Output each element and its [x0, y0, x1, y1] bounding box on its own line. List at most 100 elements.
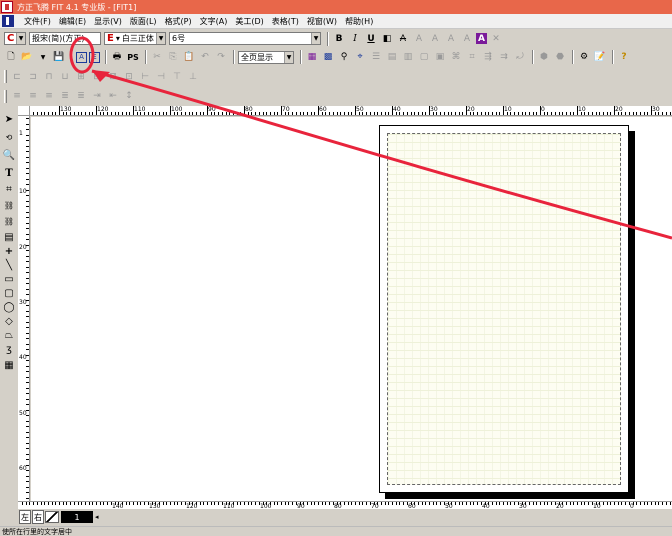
align-bottom-icon[interactable]: ⊟ [90, 70, 104, 84]
menu-format[interactable]: 格式(P) [161, 16, 196, 27]
column-icon[interactable]: ☰ [369, 50, 383, 64]
align-right-icon[interactable]: ⊓ [42, 70, 56, 84]
grid-icon[interactable]: ▥ [401, 50, 415, 64]
text-tool-icon[interactable]: T [2, 166, 16, 180]
italic-icon[interactable]: I [348, 32, 362, 46]
ruler-corner[interactable] [18, 106, 30, 116]
align-center-icon[interactable]: ⊐ [26, 70, 40, 84]
bezier-tool-icon[interactable]: ʒ [2, 342, 16, 356]
diamond-tool-icon[interactable]: ◇ [2, 314, 16, 328]
cross-tool-icon[interactable]: + [2, 244, 16, 258]
wrap-icon[interactable]: ⤾ [513, 50, 527, 64]
page[interactable] [379, 125, 629, 493]
overflow-icon[interactable]: ⇉ [497, 50, 511, 64]
frame-icon[interactable]: ▢ [417, 50, 431, 64]
print-icon[interactable]: 🖶 [110, 50, 124, 64]
zoom-tool-icon[interactable]: 🔍 [2, 148, 16, 162]
image-frame-icon[interactable]: ▣ [433, 50, 447, 64]
vertical-ruler[interactable]: 1 10 20 30 40 50 60 [18, 116, 30, 502]
english-font-select[interactable]: E ▾ 白三正体 ▼ [104, 32, 166, 45]
layout-grid-icon[interactable]: ▦ [305, 50, 319, 64]
color-text-icon[interactable]: A [476, 33, 487, 44]
copy-icon[interactable]: ⎘ [166, 50, 180, 64]
redo-icon[interactable]: ↷ [214, 50, 228, 64]
hollow-text-icon[interactable]: A [444, 32, 458, 46]
right-page-button[interactable]: 右 [32, 510, 44, 524]
para-outdent-icon[interactable]: ⇤ [106, 89, 120, 103]
ellipse-tool-icon[interactable]: ◯ [2, 300, 16, 314]
link-tool-icon[interactable]: ⛓ [2, 198, 16, 212]
align-left-icon[interactable]: ⊏ [10, 70, 24, 84]
grid-tool-icon[interactable]: ▦ [2, 358, 16, 372]
page-grid-icon[interactable]: ▩ [321, 50, 335, 64]
left-page-button[interactable]: 左 [19, 510, 31, 524]
rounded-rect-tool-icon[interactable]: ▢ [2, 286, 16, 300]
menu-table[interactable]: 表格(T) [268, 16, 303, 27]
outline-text-icon[interactable]: ◧ [380, 32, 394, 46]
distribute-v-icon[interactable]: ⊡ [122, 70, 136, 84]
master-page-button[interactable] [45, 511, 59, 523]
properties-icon[interactable]: ⚙ [577, 50, 591, 64]
para-left-icon[interactable]: ≡ [10, 89, 24, 103]
align-top-icon[interactable]: ⊔ [58, 70, 72, 84]
bold-icon[interactable]: B [332, 32, 346, 46]
ungroup-icon[interactable]: ⊥ [186, 70, 200, 84]
strikethrough-icon[interactable]: A [396, 32, 410, 46]
group-icon[interactable]: ⊤ [170, 70, 184, 84]
menu-edit[interactable]: 编辑(E) [55, 16, 90, 27]
para-spacing-icon[interactable]: ↕ [122, 89, 136, 103]
flow-icon[interactable]: ⇶ [481, 50, 495, 64]
zoom-select[interactable]: 全页显示 ▼ [238, 50, 294, 64]
menu-view[interactable]: 显示(V) [90, 16, 126, 27]
stroke-icon[interactable]: ⬣ [553, 50, 567, 64]
toolbar-grip[interactable] [4, 70, 7, 83]
magic-wand-icon[interactable]: ⚲ [337, 50, 351, 64]
para-distribute-icon[interactable]: ≣ [74, 89, 88, 103]
para-right-icon[interactable]: ≡ [26, 89, 40, 103]
font-size-select[interactable]: 6号 ▼ [169, 32, 321, 45]
postscript-button[interactable]: PS [126, 50, 140, 64]
line-tool-icon[interactable]: ╲ [2, 258, 16, 272]
paste-icon[interactable]: 📋 [182, 50, 196, 64]
para-indent-icon[interactable]: ⇥ [90, 89, 104, 103]
document-icon[interactable] [2, 15, 14, 27]
current-page-number[interactable]: 1 [61, 511, 93, 523]
superscript-icon[interactable]: A [412, 32, 426, 46]
notes-icon[interactable]: 📝 [593, 50, 607, 64]
distribute-h-icon[interactable]: ⊠ [106, 70, 120, 84]
chevron-down-icon[interactable]: ▼ [36, 50, 50, 64]
rotate-tool-icon[interactable]: ⟲ [2, 130, 16, 144]
export-icon[interactable]: E [89, 51, 100, 63]
table-tool-icon[interactable]: ▤ [2, 230, 16, 244]
menu-text[interactable]: 文字(A) [196, 16, 232, 27]
scroll-left-icon[interactable]: ◂ [95, 513, 99, 521]
menu-layout[interactable]: 版面(L) [126, 16, 161, 27]
menu-help[interactable]: 帮助(H) [341, 16, 377, 27]
open-file-icon[interactable]: 📂 [20, 50, 34, 64]
reverse-text-icon[interactable]: A [460, 32, 474, 46]
toolbar-grip[interactable] [4, 89, 7, 103]
import-image-icon[interactable]: A [76, 51, 87, 63]
crop-tool-icon[interactable]: ⌗ [2, 182, 16, 196]
rectangle-tool-icon[interactable]: ▭ [2, 272, 16, 286]
page-margin-area[interactable] [387, 133, 621, 485]
unlink-tool-icon[interactable]: ⛓ [2, 214, 16, 228]
menu-art[interactable]: 美工(D) [231, 16, 267, 27]
guide-line-icon[interactable]: ⌖ [353, 50, 367, 64]
link-icon[interactable]: ⌘ [449, 50, 463, 64]
clear-format-icon[interactable]: ✕ [489, 32, 503, 46]
undo-icon[interactable]: ↶ [198, 50, 212, 64]
polygon-tool-icon[interactable]: ⏢ [2, 328, 16, 342]
menu-file[interactable]: 文件(F) [20, 16, 55, 27]
select-arrow-icon[interactable]: ➤ [2, 112, 16, 126]
save-icon[interactable]: 💾 [52, 50, 66, 64]
fill-icon[interactable]: ⬢ [537, 50, 551, 64]
shadow-text-icon[interactable]: A [428, 32, 442, 46]
cut-icon[interactable]: ✂ [150, 50, 164, 64]
color-mode-select[interactable]: C ▼ [4, 32, 26, 45]
space-v-icon[interactable]: ⊣ [154, 70, 168, 84]
align-middle-icon[interactable]: ⊞ [74, 70, 88, 84]
help-icon[interactable]: ? [617, 50, 631, 64]
menu-window[interactable]: 视窗(W) [303, 16, 341, 27]
horizontal-ruler[interactable]: 130 120 110 100 90 80 70 60 50 40 30 20 10 0 10 20 30 [18, 106, 672, 116]
